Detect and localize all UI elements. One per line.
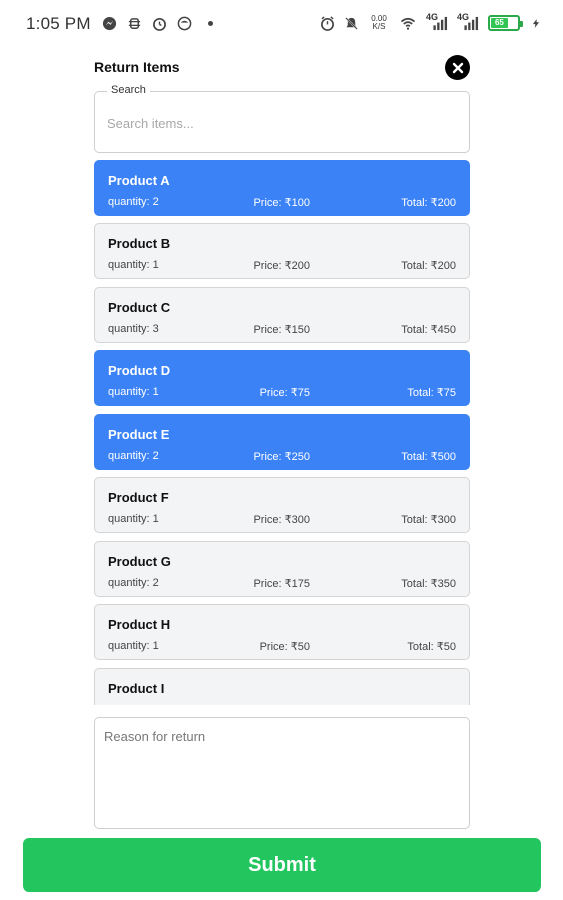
item-quantity: quantity: 1 bbox=[108, 259, 159, 271]
item-price: Price: ₹150 bbox=[253, 324, 310, 336]
alarm-clock-icon bbox=[321, 15, 334, 31]
reason-textarea[interactable] bbox=[94, 717, 470, 829]
mute-icon bbox=[345, 16, 358, 30]
status-time: 1:05 PM bbox=[26, 14, 91, 33]
app-icon bbox=[177, 16, 192, 31]
item-total: Total: ₹200 bbox=[401, 260, 456, 272]
messenger-icon bbox=[102, 16, 117, 31]
network-speed: 0.00 K/S bbox=[368, 15, 390, 31]
item-quantity: quantity: 1 bbox=[108, 513, 159, 525]
notification-dot bbox=[208, 21, 213, 26]
item-price: Price: ₹100 bbox=[253, 197, 310, 209]
item-card-product-c[interactable]: Product C quantity: 3 Price: ₹150 Total:… bbox=[94, 287, 470, 343]
search-input[interactable] bbox=[107, 112, 457, 134]
item-card-product-a[interactable]: Product A quantity: 2 Price: ₹100 Total:… bbox=[94, 160, 470, 216]
close-icon bbox=[452, 62, 463, 73]
item-name: Product A bbox=[108, 173, 170, 188]
status-right-icons: 0.00 K/S 4G 4G 65 bbox=[320, 12, 541, 32]
item-name: Product E bbox=[108, 427, 170, 442]
item-quantity: quantity: 3 bbox=[108, 323, 159, 335]
battery-level: 65 bbox=[491, 18, 508, 28]
item-price: Price: ₹50 bbox=[259, 641, 310, 653]
item-price: Price: ₹175 bbox=[253, 578, 310, 590]
search-field[interactable]: Search bbox=[94, 84, 470, 153]
battery-icon: 65 bbox=[488, 15, 523, 31]
item-card-product-b[interactable]: Product B quantity: 1 Price: ₹200 Total:… bbox=[94, 223, 470, 279]
close-button[interactable] bbox=[445, 55, 470, 80]
signal-1: 4G bbox=[426, 12, 448, 32]
item-card-product-i[interactable]: Product I bbox=[94, 668, 470, 705]
item-name: Product F bbox=[108, 490, 169, 505]
item-name: Product H bbox=[108, 617, 171, 632]
item-card-product-d[interactable]: Product D quantity: 1 Price: ₹75 Total: … bbox=[94, 350, 470, 406]
bug-icon bbox=[128, 18, 141, 29]
charging-icon bbox=[532, 18, 540, 28]
item-quantity: quantity: 2 bbox=[108, 196, 159, 208]
item-total: Total: ₹350 bbox=[401, 578, 456, 590]
submit-button[interactable]: Submit bbox=[23, 838, 541, 892]
item-total: Total: ₹300 bbox=[401, 514, 456, 526]
item-card-product-h[interactable]: Product H quantity: 1 Price: ₹50 Total: … bbox=[94, 604, 470, 660]
item-quantity: quantity: 1 bbox=[108, 640, 159, 652]
page-title: Return Items bbox=[94, 59, 180, 75]
item-name: Product I bbox=[108, 681, 165, 696]
item-name: Product C bbox=[108, 300, 171, 315]
item-name: Product B bbox=[108, 236, 171, 251]
item-total: Total: ₹200 bbox=[401, 197, 456, 209]
item-price: Price: ₹75 bbox=[259, 387, 310, 399]
status-left-icons bbox=[102, 16, 213, 31]
item-quantity: quantity: 2 bbox=[108, 450, 159, 462]
item-name: Product D bbox=[108, 363, 171, 378]
speed-unit: K/S bbox=[372, 22, 386, 31]
item-total: Total: ₹450 bbox=[401, 324, 456, 336]
item-name: Product G bbox=[108, 554, 171, 569]
alarm-icon bbox=[153, 17, 166, 31]
item-price: Price: ₹300 bbox=[253, 514, 310, 526]
items-list[interactable]: Product A quantity: 2 Price: ₹100 Total:… bbox=[94, 160, 470, 705]
item-price: Price: ₹200 bbox=[253, 260, 310, 272]
item-card-product-g[interactable]: Product G quantity: 2 Price: ₹175 Total:… bbox=[94, 541, 470, 597]
search-label: Search bbox=[107, 84, 150, 96]
item-quantity: quantity: 2 bbox=[108, 577, 159, 589]
item-quantity: quantity: 1 bbox=[108, 386, 159, 398]
item-card-product-f[interactable]: Product F quantity: 1 Price: ₹300 Total:… bbox=[94, 477, 470, 533]
item-total: Total: ₹75 bbox=[407, 387, 456, 399]
item-total: Total: ₹50 bbox=[407, 641, 456, 653]
item-total: Total: ₹500 bbox=[401, 451, 456, 463]
item-price: Price: ₹250 bbox=[253, 451, 310, 463]
status-bar: 1:05 PM 0.00 K/S 4G 4G 65 bbox=[0, 0, 563, 50]
signal-icon bbox=[433, 16, 448, 31]
item-card-product-e[interactable]: Product E quantity: 2 Price: ₹250 Total:… bbox=[94, 414, 470, 470]
wifi-icon bbox=[400, 17, 416, 30]
signal-2: 4G bbox=[457, 12, 479, 32]
signal-icon bbox=[464, 16, 479, 31]
